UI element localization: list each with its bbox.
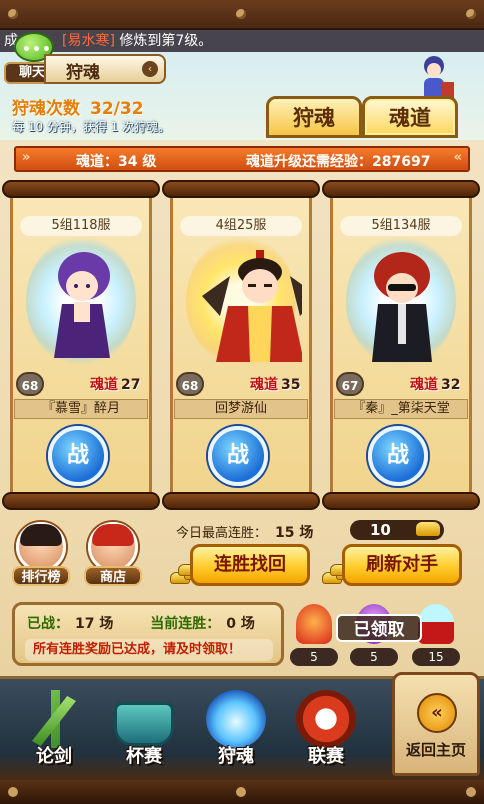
cauldron-icon	[114, 702, 174, 746]
reward-item[interactable]: 5	[290, 604, 338, 666]
nail-icon	[466, 9, 476, 19]
streak-value: 0 场	[226, 616, 255, 632]
opponent-avatar[interactable]	[360, 246, 444, 366]
opponent-server: 4组25服	[180, 216, 302, 236]
nav-label: 联赛	[308, 746, 344, 767]
nav-label: 狩魂	[218, 746, 254, 767]
system-ticker: 成 [易水寒] 修炼到第7级。	[0, 30, 484, 52]
opponent-card: 5组134服 67 魂道 32 『秦』_第柒天堂 战	[322, 180, 480, 510]
opponent-soul: 魂道 35	[250, 377, 301, 393]
nail-icon	[236, 9, 246, 19]
opponent-soul: 魂道 32	[410, 377, 461, 393]
nail-icon	[236, 787, 246, 797]
recover-streak-button[interactable]: 连胜找回	[190, 544, 310, 586]
battle-stats-panel: 已战： 17 场 当前连胜： 0 场 所有连胜奖励已达成，请及时领取！	[12, 602, 284, 666]
opponent-avatar[interactable]	[40, 246, 124, 366]
scroll-rod	[2, 492, 160, 510]
opponent-card: 5组118服 68 魂道 27 『慕雪』醉月 战	[2, 180, 160, 510]
return-home-button[interactable]: « 返回主页	[392, 672, 480, 776]
nav-league[interactable]: 联赛	[286, 686, 366, 774]
hair-decoration	[20, 524, 62, 546]
opponent-server: 5组118服	[20, 216, 142, 236]
battle-stats: 已战： 17 场 当前连胜： 0 场	[27, 613, 287, 633]
ticker-player: [易水寒]	[62, 33, 115, 49]
opponent-name: 回梦游仙	[174, 399, 308, 419]
soul-path-exp: 魂道升级还需经验：287697	[246, 154, 431, 170]
tab-soul-path[interactable]: 魂道	[362, 96, 458, 138]
nav-label: 论剑	[36, 746, 72, 767]
opponent-soul: 魂道 27	[90, 377, 141, 393]
scroll-rod	[322, 180, 480, 198]
best-streak-value: 15 场	[275, 525, 314, 541]
opponent-level: 68	[16, 372, 44, 396]
nav-duel[interactable]: 论剑	[14, 686, 94, 774]
best-streak: 今日最高连胜： 15 场	[176, 522, 313, 542]
opponent-name: 『慕雪』醉月	[14, 399, 148, 419]
soul-path-level: 魂道：34 级	[76, 154, 157, 170]
scroll-rod	[2, 180, 160, 198]
fought-label: 已战：	[27, 616, 69, 632]
collapse-icon[interactable]: ‹	[142, 61, 158, 77]
top-frame	[0, 0, 484, 30]
hunt-count: 狩魂次数 32/32	[12, 94, 144, 119]
nail-icon	[8, 9, 18, 19]
double-arrow-left-icon: «	[417, 693, 457, 733]
nav-cup[interactable]: 杯赛	[104, 686, 184, 774]
game-screen: 成 [易水寒] 修炼到第7级。 ••• 聊天 狩魂 ‹ 狩魂次数 32/32 每 1…	[0, 0, 484, 804]
soul-path-ribbon: » 魂道：34 级 魂道升级还需经验：287697 «	[14, 146, 470, 172]
scroll-rod	[162, 180, 320, 198]
gold-ingot-icon	[416, 522, 440, 536]
drum-icon	[296, 690, 356, 748]
ranking-label: 排行榜	[12, 566, 70, 586]
opponent-level: 67	[336, 372, 364, 396]
streak-label: 当前连胜：	[150, 616, 221, 632]
fight-button[interactable]: 战	[208, 426, 268, 486]
bottom-frame	[0, 780, 484, 804]
shop-label: 商店	[84, 566, 142, 586]
opponent-server: 5组134服	[340, 216, 462, 236]
scroll-rod	[162, 492, 320, 510]
page-title-text: 狩魂	[66, 63, 100, 83]
arrow-right-icon: »	[22, 150, 31, 165]
tab-hunt[interactable]: 狩魂	[266, 96, 362, 138]
soul-flame-icon	[206, 690, 266, 748]
nail-icon	[8, 787, 18, 797]
gold-value: 10	[370, 521, 391, 539]
claimed-badge: 已领取	[336, 614, 422, 642]
hair-decoration	[92, 524, 134, 546]
scroll-rod	[322, 492, 480, 510]
reward-count: 15	[412, 648, 460, 666]
reward-count: 5	[290, 648, 338, 666]
nav-hunt[interactable]: 狩魂	[196, 686, 276, 774]
return-home-label: 返回主页	[405, 741, 466, 759]
opponent-avatar[interactable]	[182, 246, 302, 366]
opponent-card: 4组25服 68 魂道 35 回梦游仙 战	[162, 180, 320, 510]
lantern-icon	[296, 604, 332, 644]
refresh-opponents-button[interactable]: 刷新对手	[342, 544, 462, 586]
opponent-level: 68	[176, 372, 204, 396]
ticker-message: 修炼到第7级。	[119, 33, 213, 49]
fought-value: 17 场	[75, 616, 114, 632]
nail-icon	[466, 787, 476, 797]
gold-counter: 10	[350, 520, 444, 540]
opponent-name: 『秦』_第柒天堂	[334, 399, 468, 419]
reward-count: 5	[350, 648, 398, 666]
best-streak-label: 今日最高连胜：	[176, 526, 268, 541]
gem-box-icon	[418, 604, 454, 644]
reward-notice: 所有连胜奖励已达成，请及时领取！	[25, 639, 273, 661]
arrow-left-icon: «	[453, 150, 462, 165]
hunt-count-value: 32/32	[90, 99, 144, 119]
fight-button[interactable]: 战	[368, 426, 428, 486]
ranking-button[interactable]: 排行榜	[12, 522, 70, 586]
page-title: 狩魂 ‹	[44, 54, 166, 84]
shop-button[interactable]: 商店	[84, 522, 142, 586]
hunt-count-label: 狩魂次数	[12, 99, 80, 119]
fight-button[interactable]: 战	[48, 426, 108, 486]
nav-label: 杯赛	[126, 746, 162, 767]
hunt-tip: 每 10 分钟，获得 1 次狩魂。	[12, 120, 171, 134]
